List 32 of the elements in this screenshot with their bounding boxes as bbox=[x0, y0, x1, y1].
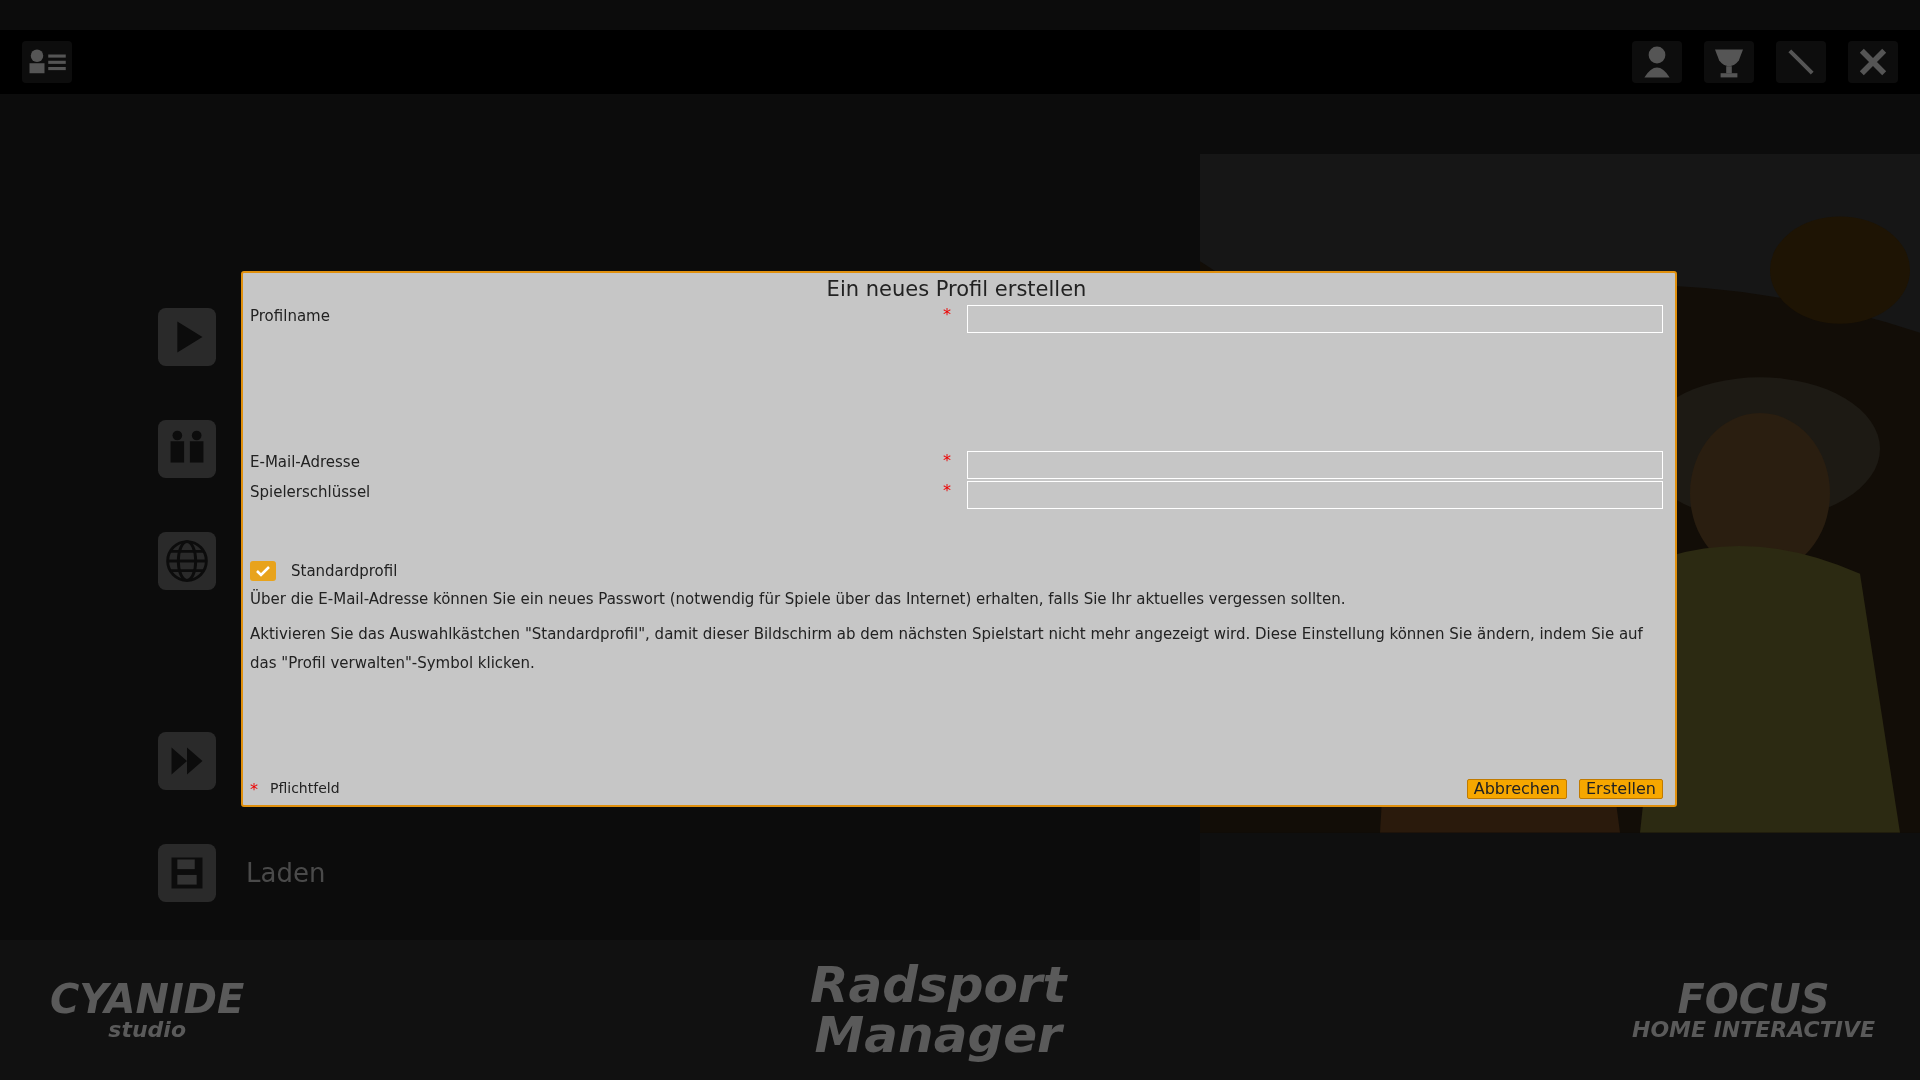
input-field[interactable] bbox=[966, 451, 1663, 479]
info-text: Aktivieren Sie das Auswahlkästchen "Standardprofil", damit dieser Bildschirm ab dem nächsten Spielstart nicht mehr angezeigt wird. Diese Einstellung können Sie ändern, indem Sie auf das "Profil verwalten"-Symbol klicken. bbox=[250, 624, 1644, 674]
play-icon[interactable] bbox=[158, 308, 216, 366]
info-text: Über die E-Mail-Adresse können Sie ein neues Passwort (notwendig für Spiele über das Internet) erhalten, falls Sie Ihr aktuelles vergessen sollten. bbox=[250, 588, 1347, 610]
dialog-title: Ein neues Profil erstellen bbox=[826, 277, 1087, 301]
required-mark: * bbox=[942, 481, 952, 500]
logo-text: studio bbox=[108, 1019, 186, 1041]
profile-list-icon[interactable] bbox=[22, 41, 72, 83]
required-mark: * bbox=[942, 451, 952, 470]
forward-icon[interactable] bbox=[158, 732, 216, 790]
logo-text: CYANIDE bbox=[50, 979, 245, 1019]
trophy-icon[interactable] bbox=[1704, 41, 1754, 83]
cancel-button[interactable]: Abbrechen bbox=[1466, 779, 1567, 799]
checkbox-label: Standardprofil bbox=[291, 562, 398, 580]
required-mark: * bbox=[250, 780, 258, 799]
required-mark: * bbox=[942, 305, 952, 324]
field-label: Spielerschlüssel bbox=[250, 482, 372, 501]
logo-text: HOME INTERACTIVE bbox=[1631, 1019, 1875, 1041]
logo-text: Radsport bbox=[809, 960, 1067, 1010]
field-label: Profilname bbox=[250, 306, 331, 325]
logo-text: FOCUS bbox=[1677, 979, 1830, 1019]
globe-icon[interactable] bbox=[158, 532, 216, 590]
create-button[interactable]: Erstellen bbox=[1579, 779, 1663, 799]
save-icon[interactable] bbox=[158, 844, 216, 902]
person-icon[interactable] bbox=[1632, 41, 1682, 83]
field-label: E-Mail-Adresse bbox=[250, 452, 361, 471]
close-icon[interactable] bbox=[1848, 41, 1898, 83]
people-icon[interactable] bbox=[158, 420, 216, 478]
checkbox[interactable] bbox=[250, 561, 276, 581]
required-note: Pflichtfeld bbox=[270, 780, 340, 798]
input-field[interactable] bbox=[966, 481, 1663, 509]
input-field[interactable] bbox=[966, 305, 1663, 333]
